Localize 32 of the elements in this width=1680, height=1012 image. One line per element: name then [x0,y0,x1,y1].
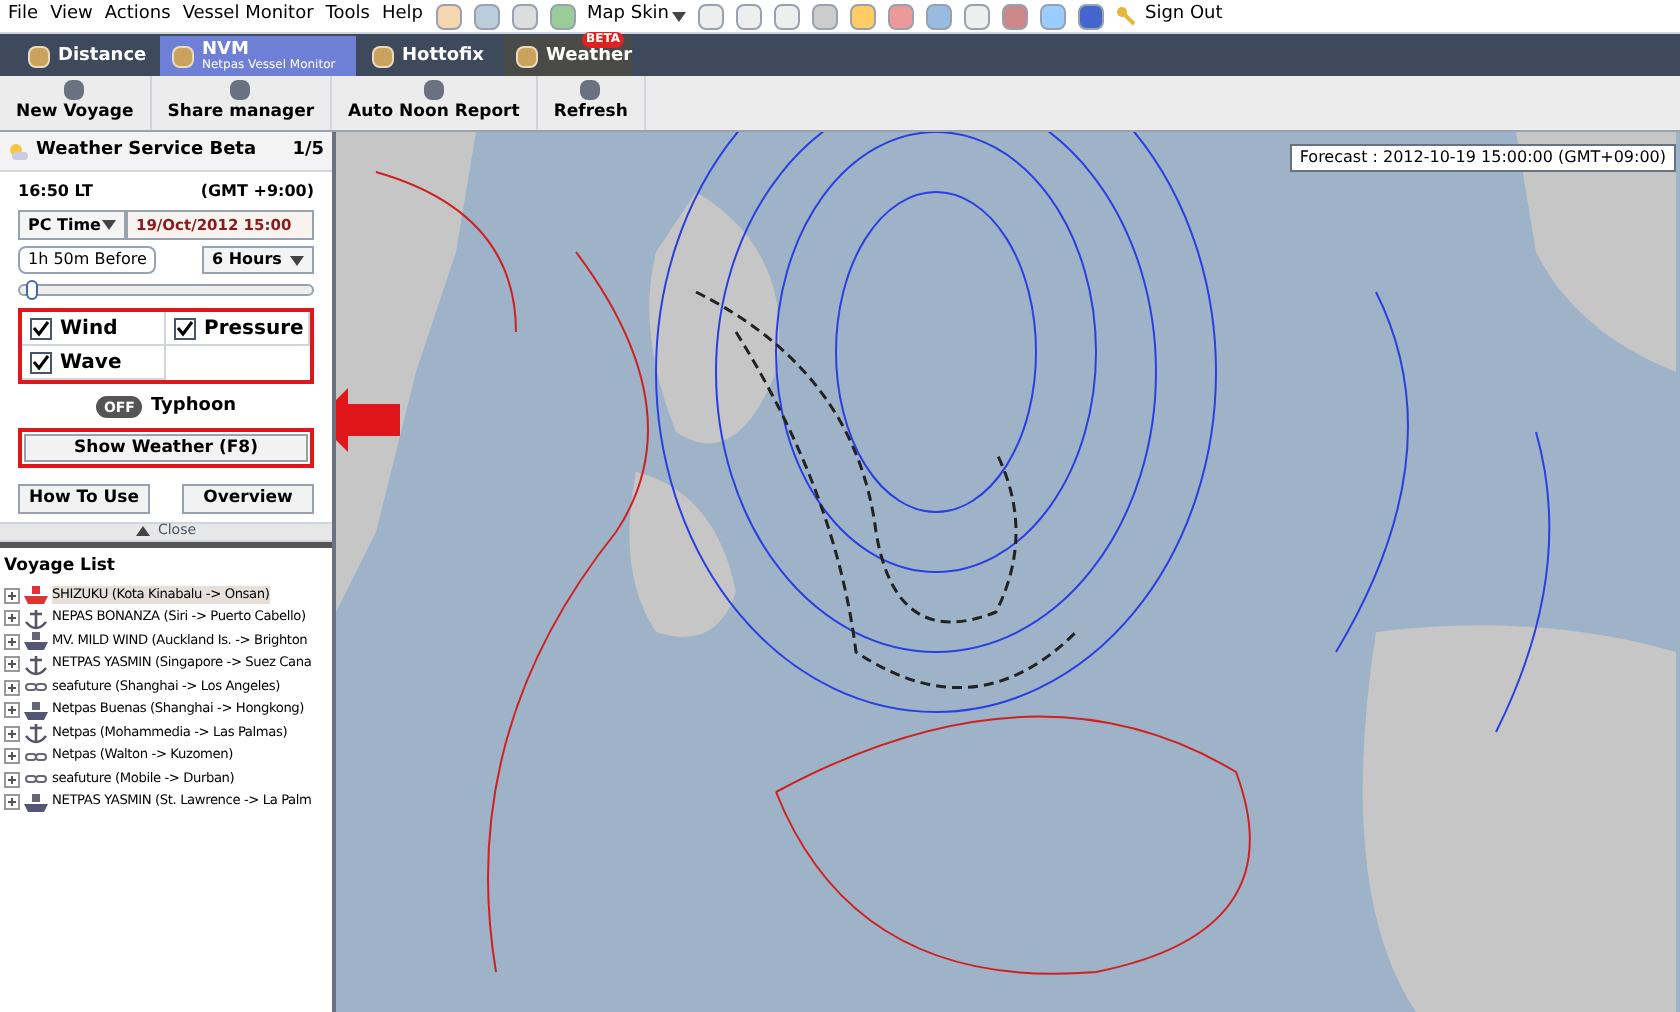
show-weather-button[interactable]: Show Weather (F8) [24,433,308,461]
interval-select[interactable]: 6 Hours [202,246,314,274]
map-skin-menu[interactable]: Map Skin [587,2,687,30]
tab-label: Hottofix [402,47,484,65]
page-indicator: 1/5 [292,137,324,164]
toolbar-button[interactable]: Refresh [537,76,646,130]
menu-item[interactable]: View [50,2,93,30]
menu-item[interactable]: Actions [104,2,171,30]
checkbox-label: Wind [60,315,118,343]
sign-out-link[interactable]: Sign Out [1116,2,1223,30]
tab-label: Weather [546,47,633,65]
panel-button[interactable]: How To Use [18,483,150,513]
checkbox-label: Wave [60,349,122,377]
toolbar-button[interactable]: Share manager [151,76,333,130]
panel-button[interactable]: Overview [182,483,314,513]
toolbar-button[interactable]: Auto Noon Report [332,76,538,130]
tab-label: Distance [58,47,147,65]
menu-item[interactable]: File [8,2,39,30]
tab-label: NVM [202,41,251,59]
checkbox-label: Pressure [204,315,304,343]
menu-item[interactable]: Help [381,2,423,30]
menu-item[interactable]: Vessel Monitor [182,2,314,30]
panel-title: Weather Service Beta [8,137,257,165]
typhoon-label: Typhoon [150,394,237,420]
local-time: 16:50 LT [18,180,93,204]
time-mode-select[interactable]: PC Time [18,210,126,240]
forecast-label: Forecast : 2012-10-19 15:00:00 (GMT+09:00) [1289,144,1676,172]
voyage-list-title: Voyage List [4,553,117,579]
toolbar-button[interactable]: New Voyage [0,76,152,130]
menu-item[interactable]: Tools [325,2,370,30]
offset-label: 1h 50m Before [18,246,157,274]
timezone: (GMT +9:00) [200,180,314,204]
